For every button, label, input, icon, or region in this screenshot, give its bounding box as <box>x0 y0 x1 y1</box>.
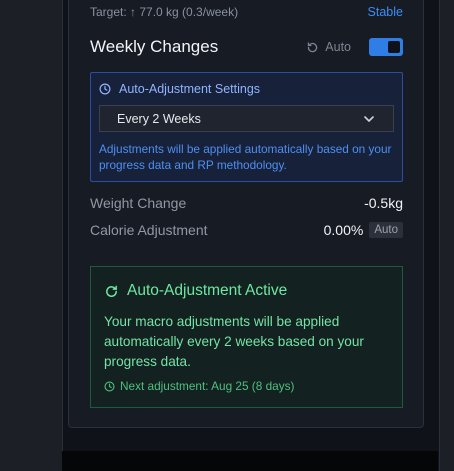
auto-toggle-group: Auto <box>306 38 403 56</box>
chevron-down-icon <box>363 115 375 123</box>
refresh-icon <box>306 41 319 54</box>
target-row: Target: ↑ 77.0 kg (0.3/week) Stable <box>90 4 403 20</box>
refresh-icon <box>104 284 119 299</box>
calorie-adjustment-label: Calorie Adjustment <box>90 222 208 238</box>
target-text: Target: ↑ 77.0 kg (0.3/week) <box>90 5 239 19</box>
auto-adjustment-active-box: Auto-Adjustment Active Your macro adjust… <box>90 266 403 408</box>
frequency-select[interactable]: Every 2 Weeks <box>99 105 394 132</box>
calorie-adjustment-value-group: 0.00% Auto <box>324 222 403 238</box>
next-adjustment-text: Next adjustment: Aug 25 (8 days) <box>120 379 295 393</box>
auto-label: Auto <box>325 40 351 54</box>
weekly-changes-title: Weekly Changes <box>90 37 219 56</box>
calorie-adjustment-row: Calorie Adjustment 0.00% Auto <box>90 222 403 238</box>
weight-panel: Target: ↑ 77.0 kg (0.3/week) Stable Week… <box>68 0 424 428</box>
bottom-bar <box>62 451 438 471</box>
calorie-adjustment-value: 0.00% <box>323 222 364 238</box>
settings-help-text: Adjustments will be applied automaticall… <box>99 142 392 172</box>
weight-change-label: Weight Change <box>90 195 187 211</box>
active-title-row: Auto-Adjustment Active <box>104 282 287 300</box>
frequency-value: Every 2 Weeks <box>117 111 201 126</box>
next-adjustment-row: Next adjustment: Aug 25 (8 days) <box>104 379 294 393</box>
weight-change-value: -0.5kg <box>364 195 403 211</box>
active-body-text: Your macro adjustments will be applied a… <box>104 314 364 369</box>
auto-adjustment-settings: Auto-Adjustment Settings Every 2 Weeks A… <box>90 72 403 182</box>
settings-title: Auto-Adjustment Settings <box>119 82 261 96</box>
stable-link[interactable]: Stable <box>368 5 403 19</box>
clock-icon <box>99 83 111 95</box>
settings-header: Auto-Adjustment Settings <box>99 82 260 96</box>
auto-badge: Auto <box>369 222 403 238</box>
weight-change-row: Weight Change -0.5kg <box>90 195 403 211</box>
toggle-knob <box>388 41 400 53</box>
auto-toggle[interactable] <box>369 38 403 56</box>
clock-icon <box>104 380 115 392</box>
active-title: Auto-Adjustment Active <box>127 282 288 299</box>
